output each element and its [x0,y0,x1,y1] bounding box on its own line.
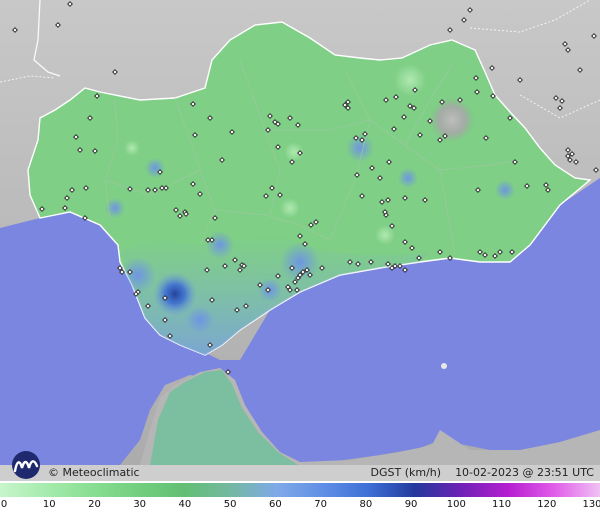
legend-color-bar [0,483,600,497]
legend-tick-label: 90 [404,499,418,510]
gust-zone [398,168,418,188]
legend-tick-label: 60 [269,499,282,510]
gust-zone [145,158,165,178]
legend-tick-label: 50 [223,499,237,510]
legend-tick-label: 120 [537,499,557,510]
gust-zone [206,231,234,259]
legend-tick-label: 0 [0,499,8,510]
gust-zone [120,257,156,293]
color-legend: 0 10 20 30 40 50 60 70 80 90 100 110 120 130 [0,481,600,517]
legend-tick-label: 100 [446,499,466,510]
info-readout: DGST (km/h) 10-02-2023 @ 23:51 UTC [371,466,594,479]
gust-map[interactable] [0,0,600,517]
gust-zone [495,180,515,200]
calm-zone [280,198,300,218]
legend-tick-label: 110 [491,499,512,510]
legend-tick-label: 80 [359,499,373,510]
gust-zone [186,306,214,334]
ceuta-point [441,363,447,369]
gust-peak-sierra-nevada [430,98,474,142]
calm-zone [394,64,426,96]
legend-tick-label: 130 [582,499,600,510]
brand-name: © Meteoclimatic [48,466,140,479]
legend-tick-label: 30 [133,499,147,510]
calm-zone [124,140,140,156]
legend-tick-label: 10 [42,499,56,510]
timestamp: 10-02-2023 @ 23:51 UTC [455,466,594,479]
legend-tick-label: 20 [88,499,101,510]
legend-tick-label: 40 [178,499,192,510]
gust-peak-gibraltar-strait [153,272,197,316]
variable-label: DGST (km/h) [370,466,442,479]
gust-zone [346,134,374,162]
legend-tick-label: 70 [314,499,327,510]
